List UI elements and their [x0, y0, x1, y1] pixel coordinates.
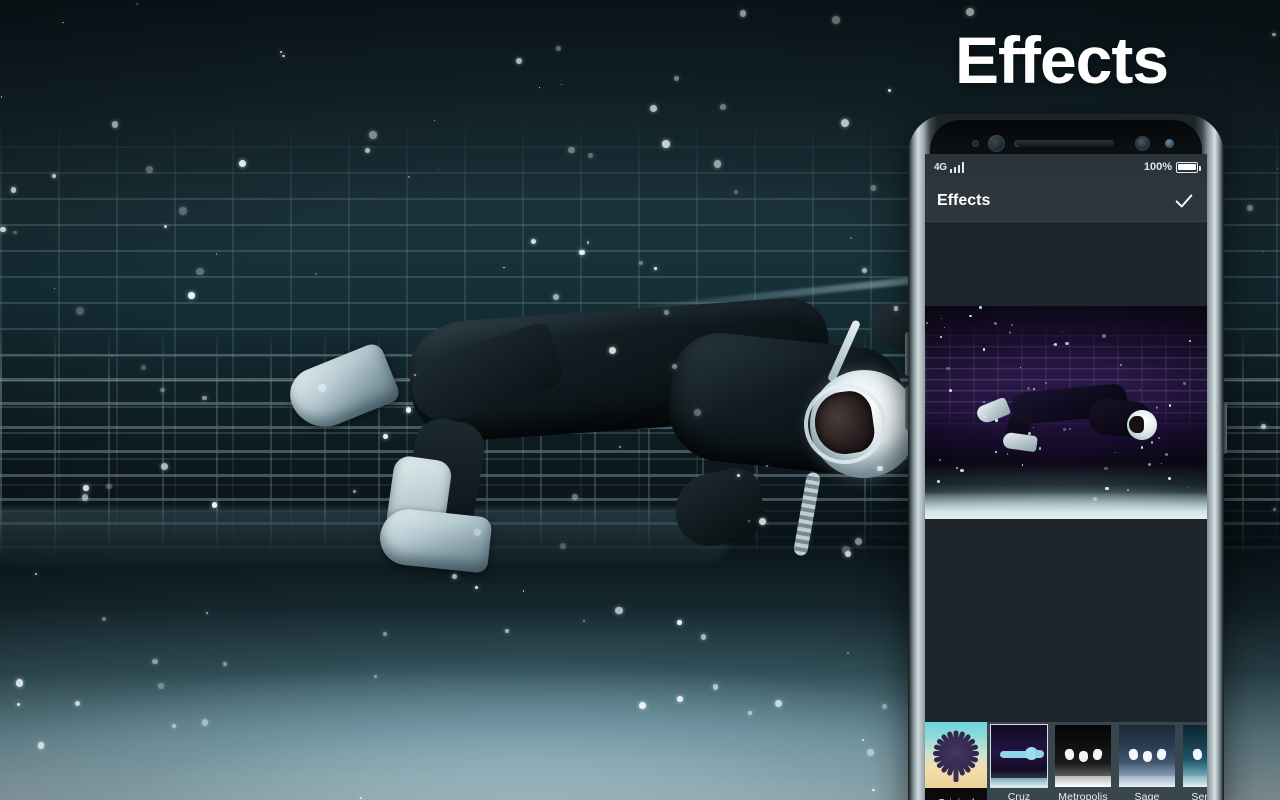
filter-item-cruz[interactable]: Cruz: [987, 722, 1051, 800]
thumb-photo-cruz: [991, 725, 1047, 787]
thumb-figure: [1192, 748, 1207, 767]
thumb-photo-sentosa: [1183, 725, 1207, 787]
thumb-ground: [1183, 776, 1207, 787]
preview-figure-boot-upper: [974, 396, 1012, 426]
filter-label-sentosa: Sentosa: [1191, 791, 1207, 800]
palm-trunk: [953, 756, 959, 782]
levitating-figure: [280, 295, 1004, 600]
thumb-figure: [1128, 748, 1167, 767]
status-bar-right: 100%: [1143, 161, 1201, 173]
filter-strip[interactable]: Original Cruz: [925, 722, 1207, 800]
photo-thumbnail-sage: [1119, 725, 1175, 787]
filter-item-original[interactable]: Original: [925, 722, 987, 800]
thumb-photo-sage: [1119, 725, 1175, 787]
filter-label-cruz: Cruz: [1007, 791, 1031, 800]
phone-mockup: 4G 100% Effects Cruz Metropolis Sage Se: [905, 114, 1227, 800]
volume-up-button[interactable]: [905, 332, 909, 376]
filter-item-sentosa[interactable]: Sentosa: [1179, 722, 1207, 800]
filter-item-sage[interactable]: Sage: [1115, 722, 1179, 800]
thumb-figure-arm: [1035, 750, 1044, 758]
thumb-figure: [1064, 748, 1103, 767]
preview-figure-boot-lower: [1002, 431, 1038, 453]
thumb-ground: [1055, 776, 1111, 787]
figure-air-hose: [792, 471, 822, 557]
palm-tree-thumbnail: [925, 722, 987, 788]
preview-figure-visor: [1129, 416, 1144, 433]
signal-bars-icon: [949, 161, 965, 173]
thumb-photo-metropolis: [1055, 725, 1111, 787]
filter-label-sage: Sage: [1134, 791, 1160, 800]
network-type-label: 4G: [934, 161, 947, 173]
proximity-sensor-icon: [972, 140, 979, 147]
screenshot-root: Effects 4G 100% Effects Cruz Metropolis …: [0, 0, 1280, 800]
photo-thumbnail-sentosa: [1183, 725, 1207, 787]
earpiece-speaker: [1018, 140, 1114, 147]
figure-boot-upper: [282, 340, 402, 438]
battery-percent-label: 100%: [1143, 161, 1172, 173]
thumb-ground: [1119, 776, 1175, 787]
app-bar-title: Effects: [937, 191, 991, 209]
power-button[interactable]: [1223, 402, 1227, 454]
status-bar: 4G 100%: [925, 154, 1207, 180]
front-camera-icon: [1135, 136, 1150, 151]
thumb-ground: [991, 778, 1047, 787]
volume-down-button[interactable]: [905, 386, 909, 430]
app-bar: Effects: [925, 180, 1207, 222]
phone-screen: 4G 100% Effects Cruz Metropolis Sage Se: [925, 154, 1207, 800]
preview-figure: [974, 383, 1157, 462]
page-title: Effects: [955, 23, 1169, 97]
status-bar-left: 4G: [934, 161, 965, 173]
iris-scanner-icon: [988, 135, 1005, 152]
preview-ground: [925, 493, 1207, 519]
filter-label-metropolis: Metropolis: [1058, 791, 1108, 800]
figure-hand: [668, 463, 770, 553]
filter-label-original: Original: [925, 793, 987, 800]
battery-full-icon: [1176, 161, 1201, 173]
check-icon[interactable]: [1173, 190, 1195, 212]
led-indicator-icon: [1165, 139, 1174, 148]
photo-thumbnail-cruz: [990, 724, 1048, 788]
editor-canvas[interactable]: [925, 222, 1207, 722]
preview-image[interactable]: [925, 306, 1207, 519]
photo-thumbnail-metropolis: [1055, 725, 1111, 787]
filter-item-metropolis[interactable]: Metropolis: [1051, 722, 1115, 800]
figure-boot-lower: [377, 506, 493, 574]
